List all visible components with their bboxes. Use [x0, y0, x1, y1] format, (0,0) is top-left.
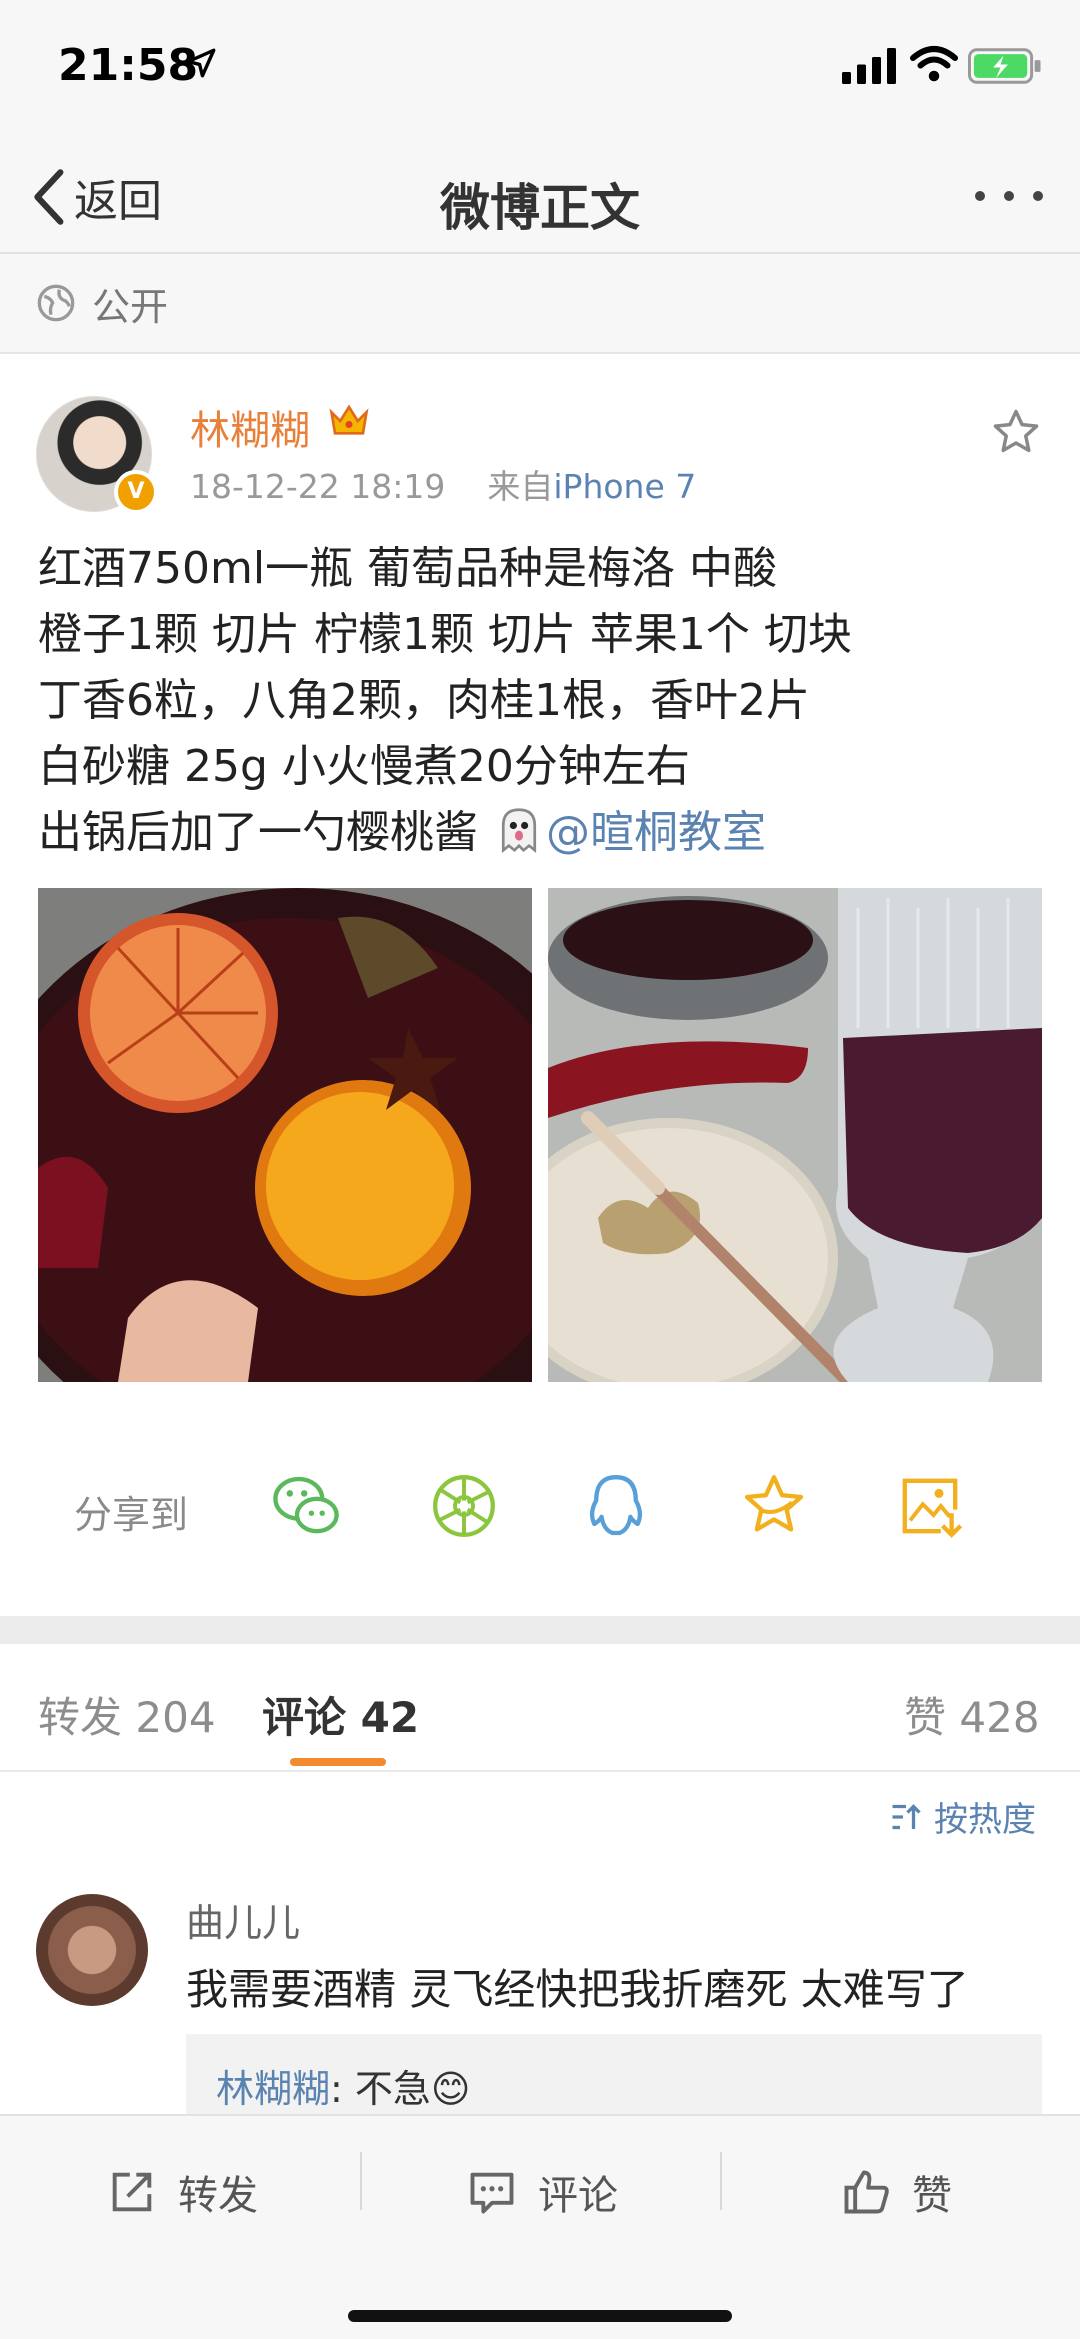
share-label: 分享到	[74, 1493, 189, 1537]
repost-button[interactable]: 转发	[106, 2152, 258, 2232]
section-divider	[0, 1616, 1080, 1644]
post-line: 丁香6粒，八角2颗，肉桂1根，香叶2片	[38, 675, 810, 726]
status-bar: 21:58	[0, 0, 1080, 140]
visibility-row: 公开	[0, 254, 1080, 354]
photo-illustration	[548, 888, 1042, 1382]
post-photo-mulled-wine-pot[interactable]	[38, 888, 532, 1382]
qq-icon[interactable]	[580, 1470, 652, 1542]
globe-icon	[37, 284, 75, 322]
signal-icon	[842, 48, 896, 84]
reply-text: : 不急😊	[330, 2067, 471, 2111]
commenter-name[interactable]: 曲儿儿	[186, 1892, 300, 1947]
repost-label: 转发	[178, 2173, 258, 2219]
bottom-toolbar: 转发 评论 赞	[0, 2114, 1080, 2339]
sort-icon	[892, 1803, 921, 1829]
comment-item: 曲儿儿 我需要酒精 灵飞经快把我折磨死 太难写了 林糊糊: 不急😊	[0, 1870, 1080, 2134]
like-button[interactable]: 赞	[840, 2152, 952, 2232]
repost-icon	[112, 2172, 152, 2212]
source-prefix: 来自	[487, 467, 554, 506]
toolbar-divider	[720, 2152, 722, 2210]
favorite-star-icon[interactable]	[990, 406, 1042, 458]
commenter-avatar[interactable]	[36, 1894, 148, 2006]
battery-charging-icon	[968, 48, 1041, 84]
share-row: 分享到	[0, 1446, 1080, 1566]
post-line: 红酒750ml一瓶 葡萄品种是梅洛 中酸	[38, 543, 778, 594]
tab-likes-count: 428	[959, 1693, 1040, 1742]
photo-illustration	[38, 888, 532, 1382]
comment-text: 我需要酒精 灵飞经快把我折磨死 太难写了	[186, 1965, 969, 2014]
tab-reposts-count: 204	[135, 1693, 216, 1742]
tab-likes-label: 赞	[904, 1693, 947, 1742]
comment-label: 评论	[538, 2173, 618, 2219]
post-source[interactable]: iPhone 7	[553, 467, 696, 506]
verified-badge: V	[114, 470, 158, 514]
visibility-label: 公开	[92, 284, 169, 329]
post-line: 橙子1颗 切片 柠檬1颗 切片 苹果1个 切块	[38, 609, 852, 660]
thumbs-up-icon	[844, 2170, 889, 2214]
wechat-icon[interactable]	[270, 1470, 342, 1542]
post-line: 白砂糖 25g 小火慢煮20分钟左右	[38, 741, 690, 792]
reply-author[interactable]: 林糊糊	[216, 2067, 330, 2111]
location-arrow-icon	[186, 48, 216, 78]
status-time: 21:58	[58, 40, 199, 91]
author-name[interactable]: 林糊糊	[190, 398, 310, 456]
sort-by-hot-button[interactable]: 按热度	[888, 1792, 1036, 1841]
tab-reposts-label: 转发	[38, 1693, 123, 1742]
interaction-tabs: 转发 204 评论 42 赞 428	[0, 1644, 1080, 1772]
post-card: V 林糊糊 18-12-22 18:19 来自iPhone 7 红酒750ml一…	[0, 356, 1080, 1616]
page-title: 微博正文	[440, 179, 640, 237]
post-meta: 18-12-22 18:19 来自iPhone 7	[190, 460, 696, 508]
home-indicator	[348, 2310, 732, 2322]
tab-reposts[interactable]: 转发 204	[38, 1684, 216, 1745]
post-photo-wine-glass[interactable]	[548, 888, 1042, 1382]
tab-likes[interactable]: 赞 428	[904, 1684, 1040, 1745]
comment-button[interactable]: 评论	[466, 2152, 618, 2232]
crown-icon	[329, 404, 369, 435]
save-image-icon[interactable]	[894, 1470, 966, 1542]
wifi-icon	[910, 46, 958, 82]
navigation-bar: 返回 微博正文	[0, 140, 1080, 254]
toolbar-divider	[360, 2152, 362, 2210]
active-tab-indicator	[290, 1758, 386, 1766]
tab-comments[interactable]: 评论 42	[262, 1684, 419, 1745]
like-label: 赞	[912, 2173, 952, 2219]
favorites-star-icon[interactable]	[738, 1470, 810, 1542]
mention-link[interactable]: @暄桐教室	[546, 807, 766, 858]
ghost-emoji-icon	[501, 808, 537, 854]
post-body: 红酒750ml一瓶 葡萄品种是梅洛 中酸 橙子1颗 切片 柠檬1颗 切片 苹果1…	[38, 536, 1048, 866]
post-line-last: 出锅后加了一勺樱桃酱 @暄桐教室	[38, 800, 1048, 866]
comment-icon	[470, 2172, 514, 2214]
tab-comments-count: 42	[360, 1693, 420, 1742]
post-timestamp: 18-12-22 18:19	[190, 467, 446, 506]
sort-label: 按热度	[934, 1800, 1036, 1840]
more-options-icon[interactable]	[972, 186, 1046, 206]
tab-comments-label: 评论	[262, 1693, 347, 1742]
post-line: 出锅后加了一勺樱桃酱	[38, 807, 492, 858]
moments-icon[interactable]	[428, 1470, 500, 1542]
